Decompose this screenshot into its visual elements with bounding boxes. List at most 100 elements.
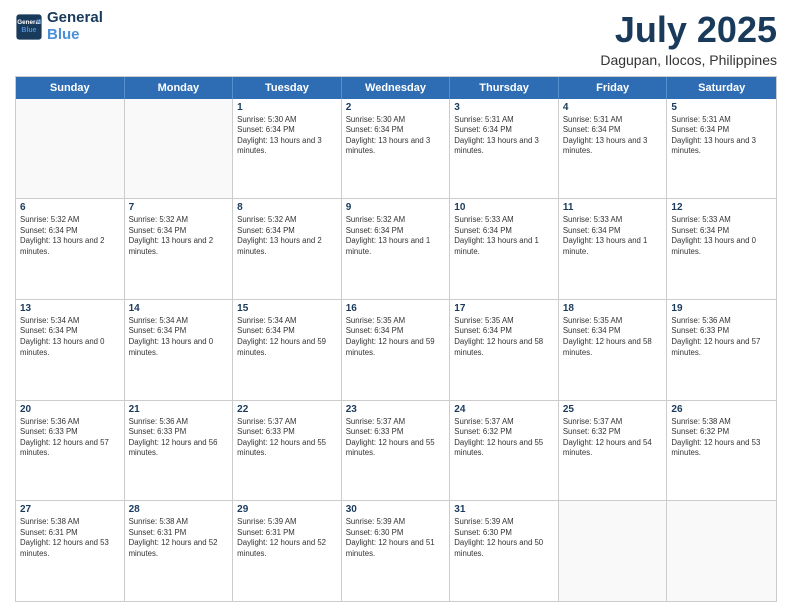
- day-cell-18: 18 Sunrise: 5:35 AM Sunset: 6:34 PM Dayli…: [559, 300, 668, 400]
- day-info: Sunrise: 5:38 AM Sunset: 6:32 PM Dayligh…: [671, 417, 772, 459]
- day-info: Sunrise: 5:36 AM Sunset: 6:33 PM Dayligh…: [129, 417, 229, 459]
- calendar-week-2: 6 Sunrise: 5:32 AM Sunset: 6:34 PM Daylig…: [16, 199, 776, 300]
- day-cell-23: 23 Sunrise: 5:37 AM Sunset: 6:33 PM Dayli…: [342, 401, 451, 501]
- day-cell-28: 28 Sunrise: 5:38 AM Sunset: 6:31 PM Dayli…: [125, 501, 234, 601]
- day-info: Sunrise: 5:32 AM Sunset: 6:34 PM Dayligh…: [346, 215, 446, 257]
- day-cell-3: 3 Sunrise: 5:31 AM Sunset: 6:34 PM Daylig…: [450, 99, 559, 199]
- calendar-week-1: 1 Sunrise: 5:30 AM Sunset: 6:34 PM Daylig…: [16, 99, 776, 200]
- day-cell-24: 24 Sunrise: 5:37 AM Sunset: 6:32 PM Dayli…: [450, 401, 559, 501]
- day-cell-16: 16 Sunrise: 5:35 AM Sunset: 6:34 PM Dayli…: [342, 300, 451, 400]
- day-info: Sunrise: 5:37 AM Sunset: 6:33 PM Dayligh…: [237, 417, 337, 459]
- header-day-thursday: Thursday: [450, 77, 559, 99]
- day-info: Sunrise: 5:37 AM Sunset: 6:32 PM Dayligh…: [454, 417, 554, 459]
- logo: General Blue General Blue: [15, 10, 103, 43]
- day-info: Sunrise: 5:36 AM Sunset: 6:33 PM Dayligh…: [20, 417, 120, 459]
- day-cell-20: 20Sunrise: 5:36 AM Sunset: 6:33 PM Dayli…: [16, 401, 125, 501]
- day-cell-30: 30Sunrise: 5:39 AM Sunset: 6:30 PM Dayli…: [342, 501, 451, 601]
- day-info: Sunrise: 5:32 AM Sunset: 6:34 PM Dayligh…: [20, 215, 120, 257]
- header-day-friday: Friday: [559, 77, 668, 99]
- day-number: 18: [563, 303, 663, 314]
- day-cell-27: 27Sunrise: 5:38 AM Sunset: 6:31 PM Dayli…: [16, 501, 125, 601]
- day-cell-10: 10Sunrise: 5:33 AM Sunset: 6:34 PM Dayli…: [450, 199, 559, 299]
- day-cell-6: 6 Sunrise: 5:32 AM Sunset: 6:34 PM Daylig…: [16, 199, 125, 299]
- calendar-body: 1 Sunrise: 5:30 AM Sunset: 6:34 PM Daylig…: [16, 99, 776, 601]
- day-info: Sunrise: 5:39 AM Sunset: 6:31 PM Dayligh…: [237, 517, 337, 559]
- day-info: Sunrise: 5:37 AM Sunset: 6:33 PM Dayligh…: [346, 417, 446, 459]
- day-number: 19: [671, 303, 772, 314]
- day-cell-29: 29Sunrise: 5:39 AM Sunset: 6:31 PM Dayli…: [233, 501, 342, 601]
- header-day-monday: Monday: [125, 77, 234, 99]
- day-cell-2: 2 Sunrise: 5:30 AM Sunset: 6:34 PM Daylig…: [342, 99, 451, 199]
- title-block: July 2025 Dagupan, Ilocos, Philippines: [600, 10, 777, 68]
- day-cell-4: 4Sunrise: 5:31 AM Sunset: 6:34 PM Daylig…: [559, 99, 668, 199]
- day-info: Sunrise: 5:31 AM Sunset: 6:34 PM Dayligh…: [454, 115, 554, 157]
- day-cell-15: 15Sunrise: 5:34 AM Sunset: 6:34 PM Dayli…: [233, 300, 342, 400]
- day-info: Sunrise: 5:38 AM Sunset: 6:31 PM Dayligh…: [129, 517, 229, 559]
- day-info: Sunrise: 5:35 AM Sunset: 6:34 PM Dayligh…: [563, 316, 663, 358]
- empty-cell: [667, 501, 776, 601]
- day-number: 14: [129, 303, 229, 314]
- day-number: 2: [346, 102, 446, 113]
- day-number: 25: [563, 404, 663, 415]
- header: General Blue General Blue July 2025 Dagu…: [15, 10, 777, 68]
- day-number: 9: [346, 202, 446, 213]
- day-info: Sunrise: 5:33 AM Sunset: 6:34 PM Dayligh…: [454, 215, 554, 257]
- day-cell-9: 9 Sunrise: 5:32 AM Sunset: 6:34 PM Daylig…: [342, 199, 451, 299]
- day-number: 4: [563, 102, 663, 113]
- day-number: 3: [454, 102, 554, 113]
- day-number: 17: [454, 303, 554, 314]
- calendar-week-3: 13 Sunrise: 5:34 AM Sunset: 6:34 PM Dayli…: [16, 300, 776, 401]
- day-number: 22: [237, 404, 337, 415]
- day-cell-14: 14 Sunrise: 5:34 AM Sunset: 6:34 PM Dayli…: [125, 300, 234, 400]
- logo-text-line1: General: [47, 10, 103, 27]
- day-cell-26: 26 Sunrise: 5:38 AM Sunset: 6:32 PM Dayli…: [667, 401, 776, 501]
- day-number: 5: [671, 102, 772, 113]
- day-info: Sunrise: 5:39 AM Sunset: 6:30 PM Dayligh…: [454, 517, 554, 559]
- day-number: 8: [237, 202, 337, 213]
- day-cell-31: 31 Sunrise: 5:39 AM Sunset: 6:30 PM Dayli…: [450, 501, 559, 601]
- day-cell-11: 11Sunrise: 5:33 AM Sunset: 6:34 PM Dayli…: [559, 199, 668, 299]
- day-cell-22: 22 Sunrise: 5:37 AM Sunset: 6:33 PM Dayli…: [233, 401, 342, 501]
- empty-cell: [125, 99, 234, 199]
- day-number: 26: [671, 404, 772, 415]
- day-info: Sunrise: 5:31 AM Sunset: 6:34 PM Dayligh…: [671, 115, 772, 157]
- day-cell-1: 1Sunrise: 5:30 AM Sunset: 6:34 PM Daylig…: [233, 99, 342, 199]
- day-number: 21: [129, 404, 229, 415]
- calendar-week-4: 20Sunrise: 5:36 AM Sunset: 6:33 PM Dayli…: [16, 401, 776, 502]
- day-cell-17: 17Sunrise: 5:35 AM Sunset: 6:34 PM Dayli…: [450, 300, 559, 400]
- day-info: Sunrise: 5:37 AM Sunset: 6:32 PM Dayligh…: [563, 417, 663, 459]
- day-number: 28: [129, 504, 229, 515]
- day-cell-7: 7Sunrise: 5:32 AM Sunset: 6:34 PM Daylig…: [125, 199, 234, 299]
- empty-cell: [16, 99, 125, 199]
- header-day-wednesday: Wednesday: [342, 77, 451, 99]
- calendar-week-5: 27 Sunrise: 5:38 AM Sunset: 6:31 PM Dayli…: [16, 501, 776, 601]
- day-info: Sunrise: 5:34 AM Sunset: 6:34 PM Dayligh…: [129, 316, 229, 358]
- calendar: SundayMondayTuesdayWednesdayThursdayFrid…: [15, 76, 777, 602]
- day-info: Sunrise: 5:30 AM Sunset: 6:34 PM Dayligh…: [346, 115, 446, 157]
- day-number: 31: [454, 504, 554, 515]
- empty-cell: [559, 501, 668, 601]
- day-number: 16: [346, 303, 446, 314]
- day-number: 13: [20, 303, 120, 314]
- header-day-saturday: Saturday: [667, 77, 776, 99]
- day-number: 12: [671, 202, 772, 213]
- page: General Blue General Blue July 2025 Dagu…: [0, 0, 792, 612]
- day-cell-12: 12Sunrise: 5:33 AM Sunset: 6:34 PM Dayli…: [667, 199, 776, 299]
- day-cell-19: 19 Sunrise: 5:36 AM Sunset: 6:33 PM Dayli…: [667, 300, 776, 400]
- day-info: Sunrise: 5:34 AM Sunset: 6:34 PM Dayligh…: [20, 316, 120, 358]
- day-number: 30: [346, 504, 446, 515]
- day-number: 23: [346, 404, 446, 415]
- day-number: 6: [20, 202, 120, 213]
- day-number: 24: [454, 404, 554, 415]
- day-number: 27: [20, 504, 120, 515]
- day-number: 1: [237, 102, 337, 113]
- day-info: Sunrise: 5:35 AM Sunset: 6:34 PM Dayligh…: [346, 316, 446, 358]
- header-day-sunday: Sunday: [16, 77, 125, 99]
- logo-text-line2: Blue: [47, 27, 103, 44]
- day-info: Sunrise: 5:33 AM Sunset: 6:34 PM Dayligh…: [563, 215, 663, 257]
- day-cell-13: 13 Sunrise: 5:34 AM Sunset: 6:34 PM Dayli…: [16, 300, 125, 400]
- day-info: Sunrise: 5:36 AM Sunset: 6:33 PM Dayligh…: [671, 316, 772, 358]
- logo-icon: General Blue: [15, 13, 43, 41]
- main-title: July 2025: [600, 10, 777, 50]
- day-cell-8: 8Sunrise: 5:32 AM Sunset: 6:34 PM Daylig…: [233, 199, 342, 299]
